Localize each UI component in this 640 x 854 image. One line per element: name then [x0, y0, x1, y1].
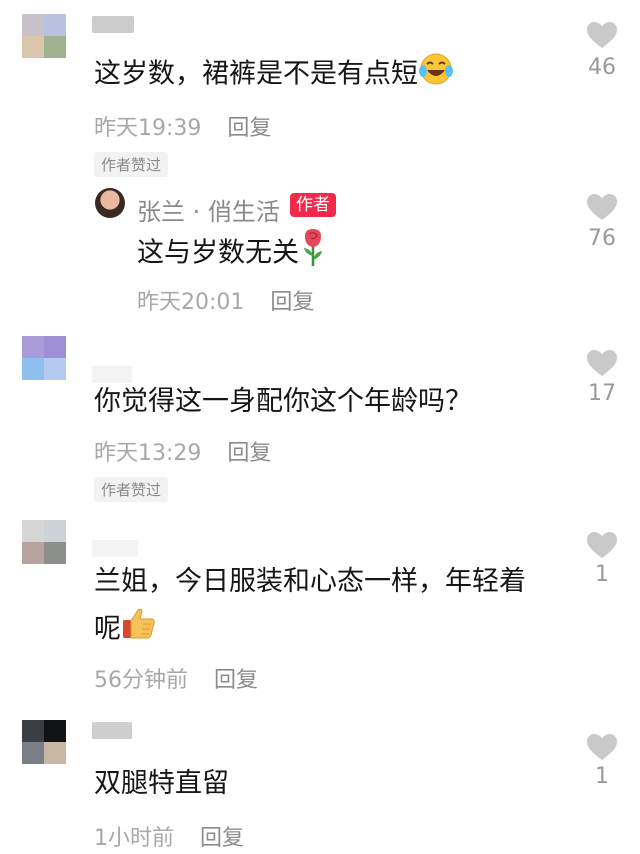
- username-blurred[interactable]: [92, 16, 134, 33]
- comment-time: 1小时前: [94, 826, 174, 851]
- comment-time: 昨天19:39: [94, 116, 202, 141]
- username-blurred[interactable]: [92, 366, 132, 383]
- reply-button[interactable]: 回复: [270, 290, 314, 315]
- reply-meta: 昨天20:01 回复: [137, 284, 314, 316]
- reply-button[interactable]: 回复: [200, 826, 244, 851]
- reply-text-content: 这与岁数无关: [137, 237, 299, 269]
- author-name[interactable]: 张兰 · 俏生活: [137, 192, 280, 227]
- comment-meta: 1小时前 回复: [94, 820, 244, 852]
- author-badge: 作者: [290, 193, 336, 217]
- avatar[interactable]: [22, 14, 66, 58]
- username-blurred[interactable]: [92, 722, 132, 739]
- username-blurred[interactable]: [92, 540, 138, 557]
- comment-text-line-1: 兰姐，今日服装和心态一样，年轻着: [94, 566, 526, 597]
- reply-button[interactable]: 回复: [214, 668, 258, 693]
- avatar[interactable]: [22, 336, 66, 380]
- comment-text-content: 呢: [94, 613, 121, 645]
- comment-text-line-2: 呢: [94, 606, 157, 654]
- comment-text: 这岁数，裙裤是不是有点短: [94, 52, 454, 98]
- comment-text: 双腿特直留: [94, 768, 229, 799]
- comment-meta: 昨天13:29 回复: [94, 435, 271, 467]
- heart-icon[interactable]: [587, 194, 617, 221]
- comment-time: 56分钟前: [94, 668, 188, 693]
- comment-meta: 56分钟前 回复: [94, 662, 258, 694]
- avatar[interactable]: [22, 520, 66, 564]
- heart-icon[interactable]: [587, 734, 617, 761]
- reply-button[interactable]: 回复: [227, 441, 271, 466]
- laughing-crying-emoji: [418, 52, 454, 98]
- rose-emoji: [299, 228, 327, 280]
- author-avatar[interactable]: [95, 188, 125, 218]
- like-count: 46: [588, 55, 616, 80]
- heart-icon[interactable]: [587, 22, 617, 49]
- reply-button[interactable]: 回复: [227, 116, 271, 141]
- comment-meta: 昨天19:39 回复: [94, 110, 271, 142]
- comment-time: 昨天13:29: [94, 441, 202, 466]
- comment-text: 你觉得这一身配你这个年龄吗？: [94, 386, 472, 417]
- like-count: 1: [595, 562, 609, 587]
- reply-time: 昨天20:01: [137, 290, 245, 315]
- heart-icon[interactable]: [587, 532, 617, 559]
- like-count: 76: [588, 226, 616, 251]
- avatar[interactable]: [22, 720, 66, 764]
- liked-by-author-badge: 作者赞过: [94, 152, 169, 177]
- heart-icon[interactable]: [587, 350, 617, 377]
- comment-text-content: 这岁数，裙裤是不是有点短: [94, 58, 418, 90]
- like-count: 17: [588, 381, 616, 406]
- liked-by-author-badge: 作者赞过: [94, 477, 169, 502]
- reply-text: 这与岁数无关: [137, 228, 327, 280]
- thumbs-up-emoji: [121, 606, 157, 654]
- like-count: 1: [595, 764, 609, 789]
